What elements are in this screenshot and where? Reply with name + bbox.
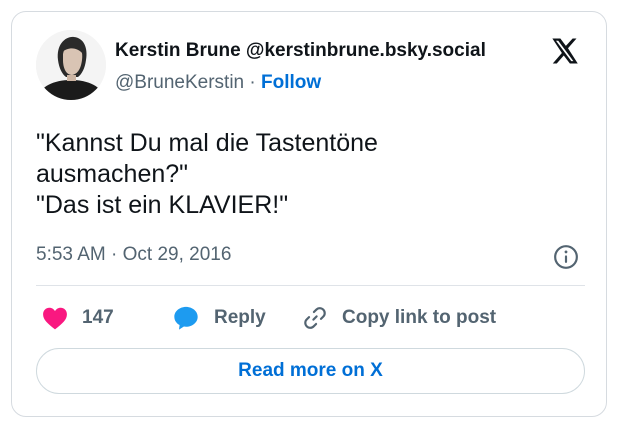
tweet-actions: 147 Reply Copy link to post xyxy=(36,302,585,334)
tweet-line: "Kannst Du mal die Tastentöne xyxy=(36,129,378,157)
avatar[interactable] xyxy=(36,30,106,100)
like-button[interactable]: 147 xyxy=(42,302,114,334)
copy-link-button[interactable]: Copy link to post xyxy=(302,302,496,334)
tweet-text: "Kannst Du mal die Tastentöne ausmachen?… xyxy=(36,128,576,221)
link-icon xyxy=(304,307,326,329)
author-handle-line: @BruneKerstin · Follow xyxy=(115,72,321,94)
speech-bubble-icon xyxy=(174,306,198,330)
reply-button[interactable]: Reply xyxy=(172,302,266,334)
reply-label: Reply xyxy=(214,307,266,328)
author-names: Kerstin Brune @kerstinbrune.bsky.social xyxy=(115,40,486,62)
tweet-line: ausmachen?" xyxy=(36,160,189,188)
tweet-time: 5:53 AM xyxy=(36,244,106,265)
follow-link[interactable]: Follow xyxy=(261,72,321,93)
embedded-tweet-card: Kerstin Brune @kerstinbrune.bsky.social … xyxy=(11,11,607,417)
author-x-handle[interactable]: @BruneKerstin xyxy=(115,72,244,93)
x-logo-icon[interactable] xyxy=(549,36,579,66)
author-bsky-handle[interactable]: @kerstinbrune.bsky.social xyxy=(246,40,486,61)
info-icon[interactable] xyxy=(553,244,579,270)
read-more-button[interactable]: Read more on X xyxy=(36,348,585,394)
avatar-photo xyxy=(36,30,106,100)
tweet-date: Oct 29, 2016 xyxy=(122,244,232,265)
tweet-timestamp[interactable]: 5:53 AM · Oct 29, 2016 xyxy=(36,244,231,266)
author-display-name[interactable]: Kerstin Brune xyxy=(115,40,241,61)
divider xyxy=(36,285,585,286)
meta-separator: · xyxy=(111,244,118,265)
like-count: 147 xyxy=(82,307,114,328)
heart-icon xyxy=(43,307,67,330)
tweet-line: "Das ist ein KLAVIER!" xyxy=(36,191,289,219)
copy-link-label: Copy link to post xyxy=(342,307,497,328)
handle-separator: · xyxy=(249,72,256,93)
